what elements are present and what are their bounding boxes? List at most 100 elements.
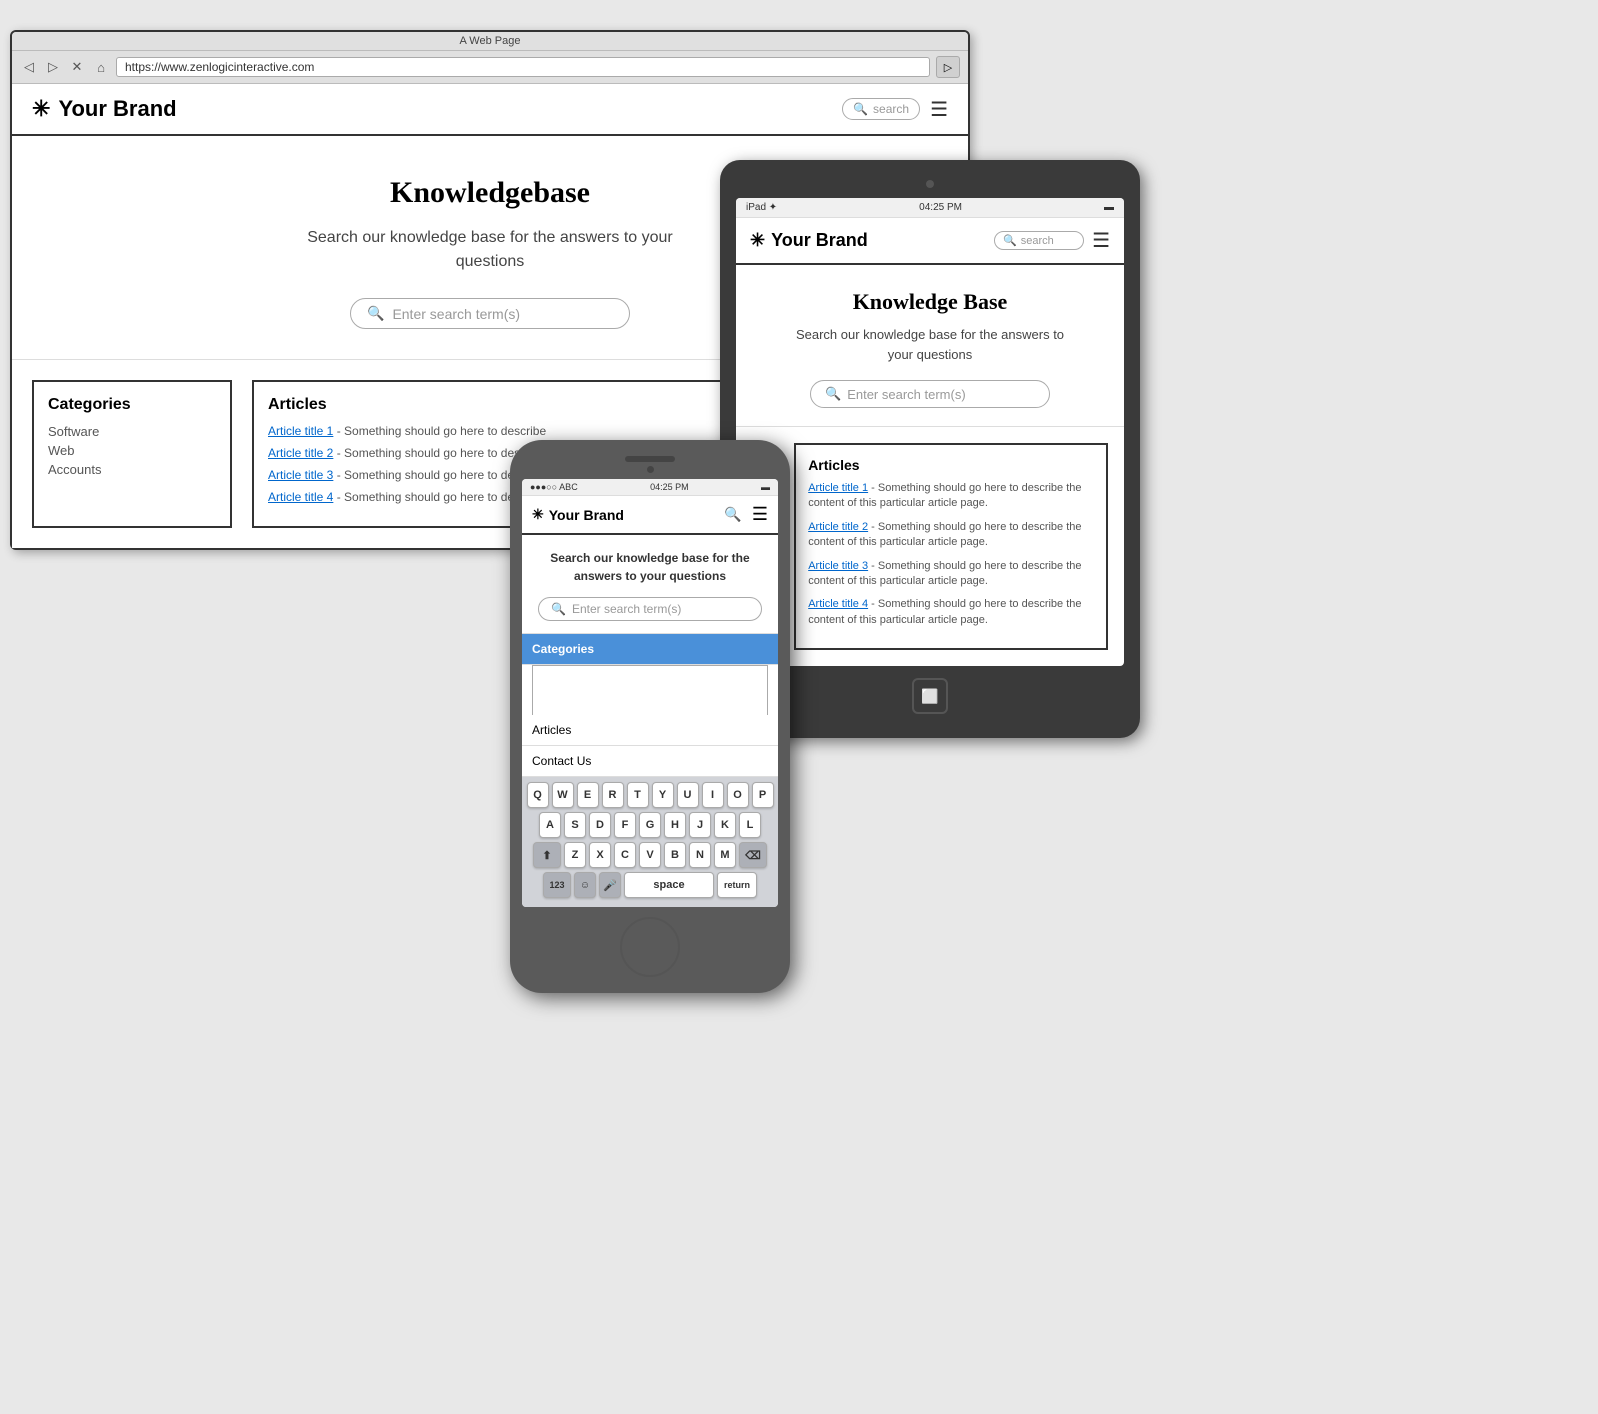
phone-device: ●●●○○ ABC 04:25 PM ▬ ✳ Your Brand 🔍 ☰ Se… bbox=[510, 440, 790, 993]
tablet-status-left: iPad ✦ bbox=[746, 202, 777, 213]
phone-search-icon[interactable]: 🔍 bbox=[724, 506, 741, 523]
phone-brand-name: Your Brand bbox=[549, 507, 624, 523]
keyboard-row-4: 123 ☺ 🎤 space return bbox=[524, 872, 776, 898]
tablet-articles-title: Articles bbox=[808, 457, 1094, 473]
kb-key-d[interactable]: D bbox=[589, 812, 611, 838]
search-icon: 🔍 bbox=[853, 102, 868, 116]
categories-title: Categories bbox=[48, 396, 216, 414]
tablet-article-item-3: Article title 3 - Something should go he… bbox=[808, 559, 1094, 590]
kb-key-s[interactable]: S bbox=[564, 812, 586, 838]
go-button[interactable]: ▷ bbox=[936, 56, 960, 78]
article-link-2[interactable]: Article title 2 bbox=[268, 446, 333, 460]
kb-shift-key[interactable]: ⬆ bbox=[533, 842, 561, 868]
kb-key-k[interactable]: K bbox=[714, 812, 736, 838]
kb-key-n[interactable]: N bbox=[689, 842, 711, 868]
kb-numbers-key[interactable]: 123 bbox=[543, 872, 571, 898]
header-search-box[interactable]: 🔍 search bbox=[842, 98, 920, 120]
tablet-article-link-4[interactable]: Article title 4 bbox=[808, 598, 868, 610]
kb-key-h[interactable]: H bbox=[664, 812, 686, 838]
article-link-1[interactable]: Article title 1 bbox=[268, 424, 333, 438]
phone-search-icon: 🔍 bbox=[551, 602, 566, 616]
tablet-header-right: 🔍 search ☰ bbox=[994, 228, 1110, 253]
forward-button[interactable]: ▷ bbox=[44, 58, 62, 76]
stop-button[interactable]: ✕ bbox=[68, 58, 86, 76]
phone-header-icons: 🔍 ☰ bbox=[724, 504, 768, 525]
tablet-brand-name: Your Brand bbox=[771, 230, 868, 251]
kb-key-l[interactable]: L bbox=[739, 812, 761, 838]
brand-icon: ✳ bbox=[32, 96, 50, 122]
phone-hero: Search our knowledge base for theanswers… bbox=[522, 535, 778, 633]
phone-hero-search-input[interactable]: 🔍 Enter search term(s) bbox=[538, 597, 762, 621]
kb-key-x[interactable]: X bbox=[589, 842, 611, 868]
kb-key-g[interactable]: G bbox=[639, 812, 661, 838]
kb-key-u[interactable]: U bbox=[677, 782, 699, 808]
kb-key-r[interactable]: R bbox=[602, 782, 624, 808]
phone-hamburger-icon[interactable]: ☰ bbox=[752, 504, 768, 525]
tablet-article-link-2[interactable]: Article title 2 bbox=[808, 521, 868, 533]
kb-key-y[interactable]: Y bbox=[652, 782, 674, 808]
category-item-web[interactable]: Web bbox=[48, 443, 216, 458]
phone-nav-contact[interactable]: Contact Us bbox=[522, 746, 778, 777]
address-bar[interactable]: https://www.zenlogicinteractive.com bbox=[116, 57, 930, 77]
category-item-accounts[interactable]: Accounts bbox=[48, 462, 216, 477]
kb-return-key[interactable]: return bbox=[717, 872, 757, 898]
tablet-brand: ✳ Your Brand bbox=[750, 230, 868, 251]
hamburger-menu-icon[interactable]: ☰ bbox=[930, 97, 948, 122]
tablet-header-search[interactable]: 🔍 search bbox=[994, 231, 1084, 250]
tablet-hero-search-input[interactable]: 🔍 Enter search term(s) bbox=[810, 380, 1050, 408]
kb-key-a[interactable]: A bbox=[539, 812, 561, 838]
article-link-3[interactable]: Article title 3 bbox=[268, 468, 333, 482]
kb-key-q[interactable]: Q bbox=[527, 782, 549, 808]
kb-emoji-key[interactable]: ☺ bbox=[574, 872, 596, 898]
kb-key-w[interactable]: W bbox=[552, 782, 574, 808]
kb-space-key[interactable]: space bbox=[624, 872, 714, 898]
category-item-software[interactable]: Software bbox=[48, 424, 216, 439]
tablet-site-header: ✳ Your Brand 🔍 search ☰ bbox=[736, 218, 1124, 265]
phone-nav-articles[interactable]: Articles bbox=[522, 715, 778, 746]
kb-key-c[interactable]: C bbox=[614, 842, 636, 868]
kb-key-m[interactable]: M bbox=[714, 842, 736, 868]
phone-hero-subtitle: Search our knowledge base for theanswers… bbox=[534, 549, 766, 585]
home-button[interactable]: ⌂ bbox=[92, 58, 110, 76]
kb-key-e[interactable]: E bbox=[577, 782, 599, 808]
phone-status-center: 04:25 PM bbox=[650, 482, 689, 492]
hero-search-placeholder: Enter search term(s) bbox=[392, 306, 520, 322]
tablet-search-icon: 🔍 bbox=[1003, 234, 1017, 247]
phone-home-button[interactable] bbox=[620, 917, 680, 977]
article-link-4[interactable]: Article title 4 bbox=[268, 490, 333, 504]
tablet-article-item-2: Article title 2 - Something should go he… bbox=[808, 520, 1094, 551]
phone-nav-section: Categories Articles Contact Us bbox=[522, 633, 778, 777]
tablet-hamburger-icon[interactable]: ☰ bbox=[1092, 228, 1110, 253]
kb-key-v[interactable]: V bbox=[639, 842, 661, 868]
kb-mic-key[interactable]: 🎤 bbox=[599, 872, 621, 898]
kb-key-z[interactable]: Z bbox=[564, 842, 586, 868]
kb-key-p[interactable]: P bbox=[752, 782, 774, 808]
tablet-camera bbox=[926, 180, 934, 188]
tablet-home-button[interactable]: ⬜ bbox=[912, 678, 948, 714]
header-search-placeholder: search bbox=[873, 102, 909, 116]
categories-box: Categories Software Web Accounts bbox=[32, 380, 232, 528]
back-button[interactable]: ◁ bbox=[20, 58, 38, 76]
hero-search-input[interactable]: 🔍 Enter search term(s) bbox=[350, 298, 630, 329]
phone-categories-box bbox=[532, 665, 768, 715]
tablet-article-link-1[interactable]: Article title 1 bbox=[808, 482, 868, 494]
kb-key-j[interactable]: J bbox=[689, 812, 711, 838]
kb-key-i[interactable]: I bbox=[702, 782, 724, 808]
phone-brand-icon: ✳ bbox=[532, 506, 544, 523]
kb-key-b[interactable]: B bbox=[664, 842, 686, 868]
tablet-hero-title: Knowledge Base bbox=[752, 289, 1108, 315]
tablet-content: ories Articles Article title 1 - Somethi… bbox=[736, 426, 1124, 666]
kb-delete-key[interactable]: ⌫ bbox=[739, 842, 767, 868]
tablet-search-placeholder: search bbox=[1021, 235, 1054, 247]
tablet-status-right: ▬ bbox=[1104, 202, 1114, 213]
tablet-search-icon: 🔍 bbox=[825, 386, 841, 402]
browser-toolbar: ◁ ▷ ✕ ⌂ https://www.zenlogicinteractive.… bbox=[12, 51, 968, 84]
search-icon: 🔍 bbox=[367, 305, 384, 322]
kb-key-o[interactable]: O bbox=[727, 782, 749, 808]
phone-nav-categories[interactable]: Categories bbox=[522, 634, 778, 665]
tablet-article-link-3[interactable]: Article title 3 bbox=[808, 560, 868, 572]
kb-key-f[interactable]: F bbox=[614, 812, 636, 838]
tablet-hero: Knowledge Base Search our knowledge base… bbox=[736, 265, 1124, 426]
tablet-article-item-1: Article title 1 - Something should go he… bbox=[808, 481, 1094, 512]
kb-key-t[interactable]: T bbox=[627, 782, 649, 808]
